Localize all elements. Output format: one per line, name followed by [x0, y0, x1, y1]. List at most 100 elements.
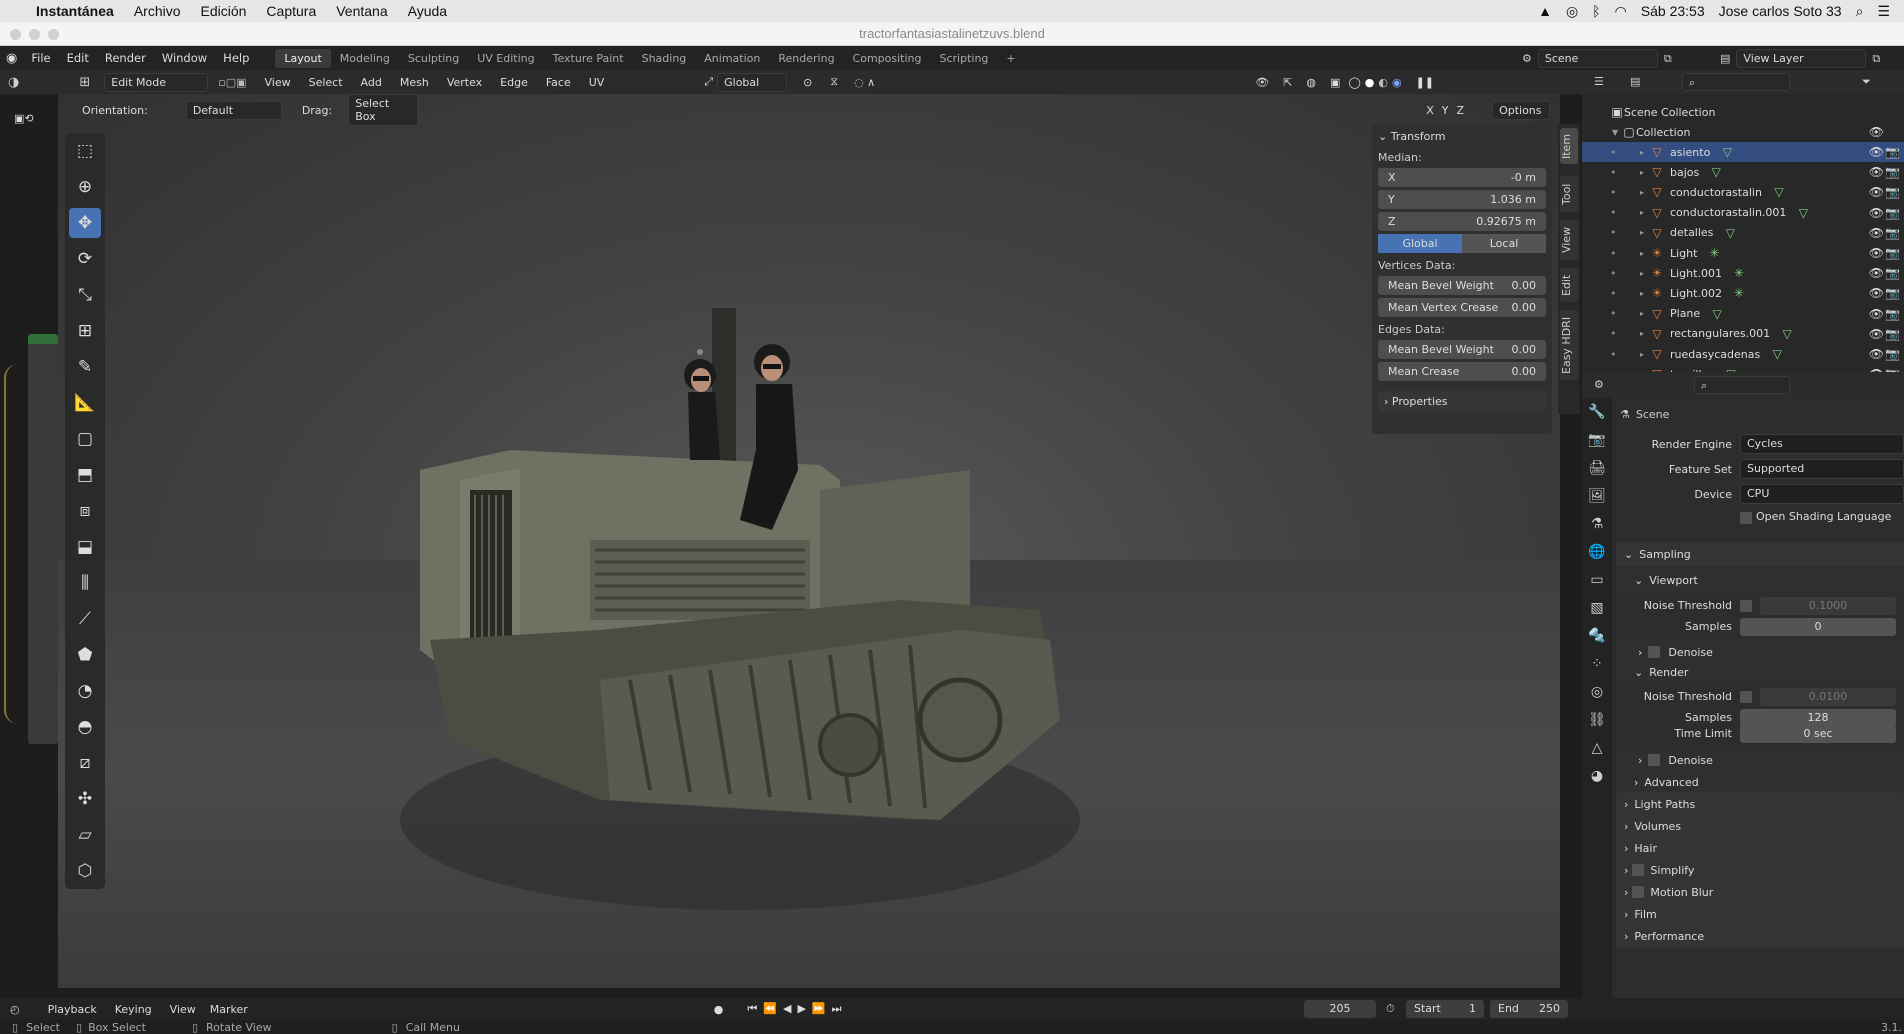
outliner-item-10[interactable]: • ▸ ▽ ruedasycadenas ▽ 👁 📷 [1582, 344, 1904, 364]
collection-row[interactable]: ▼ ▢ Collection 👁 [1582, 122, 1904, 142]
transform-header[interactable]: ⌄ Transform [1378, 130, 1546, 143]
outliner-item-5[interactable]: • ▸ ☀ Light ✳ 👁 📷 [1582, 243, 1904, 263]
r-denoise-subpanel[interactable]: › Denoise [1616, 748, 1904, 772]
menu-select[interactable]: Select [309, 76, 343, 89]
measure-tool-icon[interactable]: 📐 [69, 388, 101, 418]
eye-icon[interactable]: 👁 [1869, 266, 1884, 280]
simplify-panel[interactable]: › Simplify [1616, 858, 1904, 882]
transform-tool-icon[interactable]: ⊞ [69, 316, 101, 346]
timeline-editor-icon[interactable]: ◴ [10, 1003, 20, 1016]
mesh-data-icon[interactable]: ▽ [1710, 307, 1724, 321]
outliner-item-8[interactable]: • ▸ ▽ Plane ▽ 👁 📷 [1582, 304, 1904, 324]
visibility-icon[interactable]: 👁 [1255, 76, 1269, 89]
bluetooth-icon[interactable]: ᛒ [1592, 3, 1600, 19]
film-panel[interactable]: › Film [1616, 902, 1904, 926]
menu-window[interactable]: Window [162, 51, 207, 65]
uv-editor-type-icon[interactable]: ⊞ [79, 75, 90, 90]
render-engine-dropdown[interactable]: Cycles [1740, 434, 1904, 454]
light-data-icon[interactable]: ✳ [1732, 266, 1746, 280]
sampling-panel[interactable]: ⌄ Sampling [1616, 542, 1904, 566]
tab-uv-editing[interactable]: UV Editing [468, 49, 543, 68]
playback-controls[interactable]: ⏮⏪◀▶⏩⏭ [747, 1002, 847, 1016]
current-frame-field[interactable]: 205 [1304, 1000, 1376, 1018]
menu-captura[interactable]: Captura [266, 3, 316, 19]
tab-compositing[interactable]: Compositing [844, 49, 931, 68]
expand-icon[interactable]: ▸ [1640, 249, 1650, 258]
advanced-subpanel[interactable]: › Advanced [1616, 770, 1904, 794]
snap-icon[interactable]: ⧖ [830, 75, 838, 89]
extrude-tool-icon[interactable]: ⬒ [69, 460, 101, 490]
mesh-data-icon[interactable]: ▽ [1796, 206, 1810, 220]
bevel-tool-icon[interactable]: ⬓ [69, 532, 101, 562]
tab-rendering[interactable]: Rendering [769, 49, 843, 68]
blender-logo-icon[interactable]: ◉ [6, 51, 17, 66]
shear-tool-icon[interactable]: ▱ [69, 820, 101, 850]
spin-tool-icon[interactable]: ◔ [69, 676, 101, 706]
select-mode-icons[interactable]: ▫▢▣ [218, 76, 246, 89]
render-visibility-icon[interactable]: 📷 [1885, 327, 1900, 341]
hair-panel[interactable]: › Hair [1616, 836, 1904, 860]
scene-icon[interactable]: ⚙ [1522, 52, 1532, 65]
mirror-axis-y[interactable]: Y [1442, 104, 1449, 117]
menu-vertex[interactable]: Vertex [447, 76, 482, 89]
mesh-data-icon[interactable]: ▽ [1720, 145, 1734, 159]
editor-type-icon[interactable]: ◑ [8, 75, 19, 90]
outliner-item-6[interactable]: • ▸ ☀ Light.001 ✳ 👁 📷 [1582, 263, 1904, 283]
tab-modeling[interactable]: Modeling [331, 49, 399, 68]
menu-uv[interactable]: UV [589, 76, 605, 89]
scene-selector[interactable]: Scene [1537, 49, 1658, 68]
proportional-edit-icon[interactable]: ◌ ∧ [854, 76, 875, 89]
knife-tool-icon[interactable]: ⟋ [69, 604, 101, 634]
expand-icon[interactable]: ▸ [1640, 228, 1650, 237]
shrink-fatten-tool-icon[interactable]: ✣ [69, 784, 101, 814]
outliner-item-4[interactable]: • ▸ ▽ detalles ▽ 👁 📷 [1582, 223, 1904, 243]
drag-selector[interactable]: Select Box [348, 94, 419, 126]
vp-noise-threshold-field[interactable]: 0.1000 [1760, 597, 1896, 615]
output-tab-icon[interactable]: 🖨 [1582, 454, 1612, 482]
menu-edge[interactable]: Edge [500, 76, 528, 89]
expand-icon[interactable]: ▸ [1640, 208, 1650, 217]
cc-icon[interactable]: ◎ [1566, 3, 1578, 20]
mean-crease-field[interactable]: Mean Crease 0.00 [1378, 362, 1546, 381]
edge-slide-tool-icon[interactable]: ⧄ [69, 748, 101, 778]
loop-cut-tool-icon[interactable]: ⫼ [69, 568, 101, 598]
tab-texture-paint[interactable]: Texture Paint [544, 49, 633, 68]
rip-tool-icon[interactable]: ⬡ [69, 856, 101, 886]
app-name[interactable]: Instantánea [36, 3, 114, 19]
tab-edit[interactable]: Edit [1560, 268, 1578, 302]
performance-panel[interactable]: › Performance [1616, 924, 1904, 948]
shader-node[interactable] [28, 334, 58, 744]
modifier-tab-icon[interactable]: 🔩 [1582, 622, 1612, 650]
menu-timeline-view[interactable]: View [170, 1003, 196, 1016]
display-mode-icon[interactable]: ▤ [1630, 75, 1640, 88]
menu-render[interactable]: Render [105, 51, 146, 65]
wifi-icon[interactable]: ◠ [1615, 3, 1627, 20]
eye-icon[interactable]: 👁 [1869, 286, 1884, 300]
view-layer-selector[interactable]: View Layer [1736, 49, 1867, 68]
outliner-item-3[interactable]: • ▸ ▽ conductorastalin.001 ▽ 👁 📷 [1582, 203, 1904, 223]
render-visibility-icon[interactable]: 📷 [1885, 286, 1900, 300]
tab-shading[interactable]: Shading [633, 49, 696, 68]
spotlight-icon[interactable]: ⌕ [1856, 3, 1864, 20]
mean-vertex-crease-field[interactable]: Mean Vertex Crease 0.00 [1378, 298, 1546, 317]
render-visibility-icon[interactable]: 📷 [1885, 165, 1900, 179]
view-layer-icon[interactable]: ▤ [1720, 52, 1730, 65]
tab-item[interactable]: Item [1560, 128, 1578, 164]
eye-icon[interactable]: 👁 [1869, 246, 1884, 260]
volumes-panel[interactable]: › Volumes [1616, 814, 1904, 838]
tab-layout[interactable]: Layout [275, 48, 331, 68]
r-noise-threshold-field[interactable]: 0.0100 [1760, 688, 1896, 706]
orientation-selector[interactable]: Default [185, 100, 282, 120]
expand-icon[interactable]: ▸ [1640, 148, 1650, 157]
mirror-axis-z[interactable]: Z [1457, 104, 1465, 117]
outliner-item-0[interactable]: • ▸ ▽ asiento ▽ 👁 📷 [1582, 142, 1904, 162]
eye-icon[interactable]: 👁 [1869, 226, 1884, 240]
expand-icon[interactable]: ▸ [1640, 309, 1650, 318]
render-visibility-icon[interactable]: 📷 [1885, 307, 1900, 321]
scene-tab-icon[interactable]: ⚗ [1582, 510, 1612, 538]
view-layer-tab-icon[interactable]: 🖼 [1582, 482, 1612, 510]
world-tab-icon[interactable]: 🌐 [1582, 538, 1612, 566]
eye-icon[interactable]: 👁 [1869, 125, 1884, 139]
scene-collection-row[interactable]: ▣ Scene Collection [1582, 102, 1904, 122]
tab-tool[interactable]: Tool [1560, 176, 1578, 212]
